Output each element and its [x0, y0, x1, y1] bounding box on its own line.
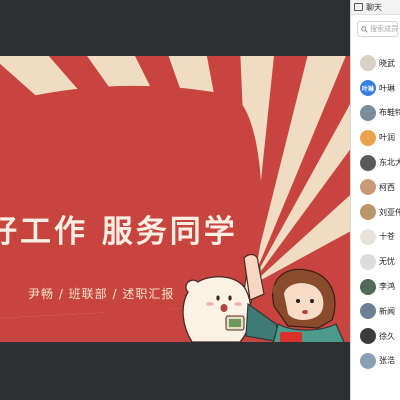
- member-name: 布鞋特: [379, 108, 400, 118]
- member-item[interactable]: 叶琳 叶琳: [351, 76, 400, 101]
- member-name: 叶琳: [379, 83, 395, 93]
- member-item[interactable]: 徐久: [351, 324, 400, 349]
- shared-slide: 好工作 服务同学 尹畅 / 班联部 / 述职汇报: [0, 56, 350, 342]
- member-name: 李鸿: [379, 282, 395, 292]
- member-search-input[interactable]: [370, 25, 397, 33]
- member-item[interactable]: 新闻: [351, 299, 400, 324]
- member-item[interactable]: 柯西: [351, 175, 400, 200]
- avatar: [360, 278, 376, 295]
- member-name: 徐久: [379, 331, 395, 341]
- member-name: 晓武: [379, 58, 395, 68]
- slide-subtitle: 尹畅 / 班联部 / 述职汇报: [28, 287, 175, 301]
- avatar: [360, 55, 376, 72]
- avatar: [360, 253, 376, 270]
- avatar: [360, 352, 376, 369]
- member-item[interactable]: 布鞋特: [351, 101, 400, 126]
- member-name: 东北大: [379, 158, 400, 168]
- chat-icon: [354, 3, 363, 11]
- panel-title: 聊天: [366, 2, 382, 12]
- member-name: 叶润: [379, 133, 395, 143]
- avatar: [360, 154, 376, 171]
- member-list: 晓武 叶琳 叶琳 布鞋特 叶润 东北大 柯西 刘亚伟 十苍: [351, 51, 400, 373]
- member-item[interactable]: 晓武: [351, 51, 400, 76]
- member-item[interactable]: 无忧: [351, 249, 400, 274]
- avatar: 叶琳: [360, 80, 376, 97]
- avatar: [360, 228, 376, 245]
- presentation-stage: 好工作 服务同学 尹畅 / 班联部 / 述职汇报: [0, 0, 350, 400]
- avatar: [360, 303, 376, 320]
- avatar: [360, 328, 376, 345]
- member-item[interactable]: 十苍: [351, 225, 400, 250]
- panel-header: 聊天: [351, 0, 400, 15]
- avatar: [360, 204, 376, 221]
- member-name: 柯西: [379, 182, 395, 192]
- slide-title: 好工作 服务同学: [0, 214, 238, 250]
- member-item[interactable]: 刘亚伟: [351, 200, 400, 225]
- member-name: 张浩: [379, 356, 395, 366]
- search-icon: [361, 25, 368, 33]
- member-item[interactable]: 东北大: [351, 150, 400, 175]
- member-item[interactable]: 张浩: [351, 349, 400, 374]
- member-name: 刘亚伟: [379, 207, 400, 217]
- member-item[interactable]: 李鸿: [351, 274, 400, 299]
- member-item[interactable]: 叶润: [351, 125, 400, 150]
- member-search-box[interactable]: [357, 21, 398, 37]
- girl-illustration: [243, 253, 345, 342]
- avatar: [360, 104, 376, 121]
- avatar: [360, 129, 376, 146]
- member-name: 新闻: [379, 306, 395, 316]
- member-name: 无忧: [379, 257, 395, 267]
- member-name: 十苍: [379, 232, 395, 242]
- avatar: [360, 179, 376, 196]
- member-panel: 聊天 晓武 叶琳 叶琳 布鞋特 叶润 东北大 柯西: [350, 0, 400, 400]
